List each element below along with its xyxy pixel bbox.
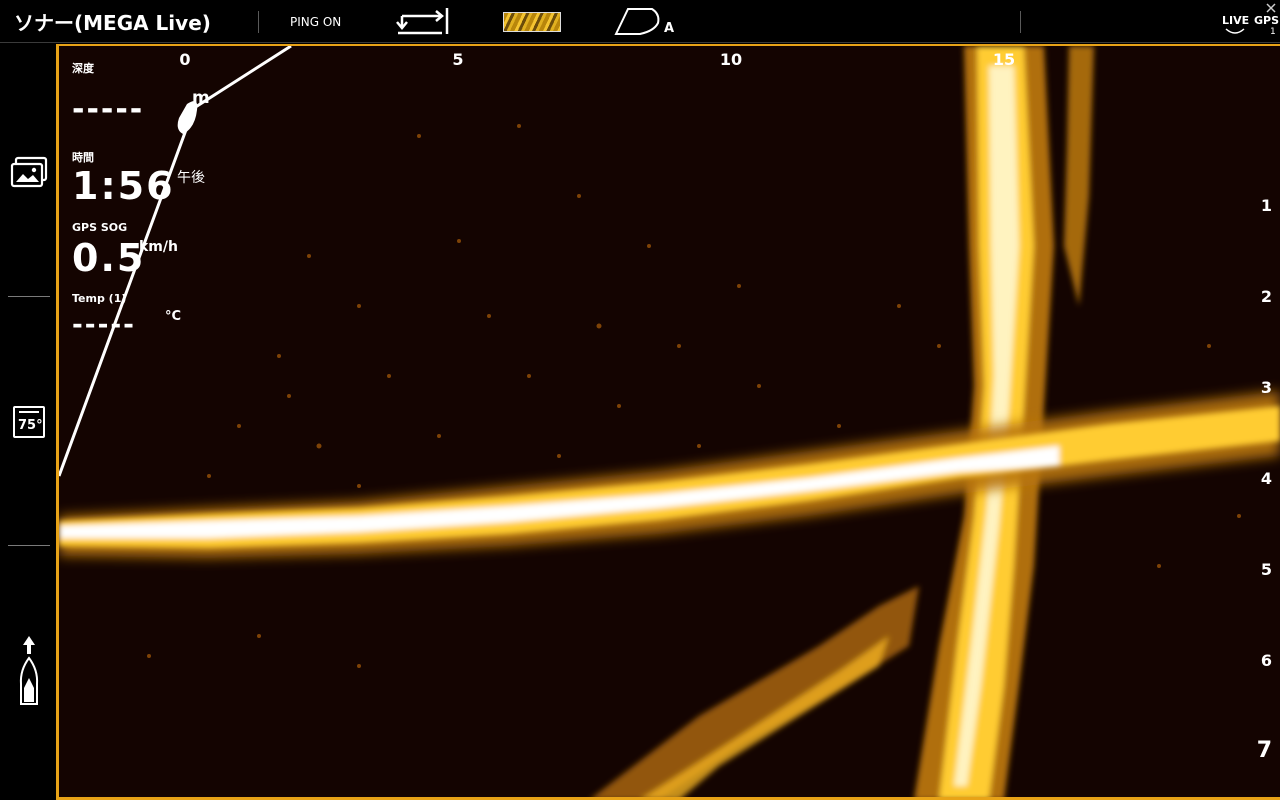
live-signal-icon [1225, 28, 1245, 34]
sidebar-divider [8, 296, 50, 297]
gallery-icon[interactable] [10, 156, 48, 188]
boat-mode-label: A [664, 21, 675, 36]
temperature-icon[interactable]: 75° [13, 406, 45, 438]
depth-tick-label: 2 [1260, 287, 1272, 306]
satellite-icon [1266, 3, 1276, 13]
time-value: 1:56 [72, 164, 175, 208]
depth-tick-label: 4 [1260, 469, 1272, 488]
range-tick-label: 5 [452, 50, 464, 69]
live-status-icon[interactable]: LIVE [1222, 14, 1249, 27]
color-palette-icon[interactable] [503, 12, 561, 32]
divider [258, 11, 259, 33]
time-label: 時間 [72, 151, 94, 164]
depth-value: ----- [72, 92, 145, 127]
sog-unit: km/h [139, 239, 178, 255]
range-tick-label: 15 [992, 50, 1016, 69]
time-suffix: 午後 [177, 170, 205, 186]
temp-value: ----- [72, 310, 136, 340]
boat-heading-up-icon[interactable] [16, 636, 42, 706]
depth-unit: m [192, 88, 210, 108]
temp-label: Temp (1) [72, 292, 127, 305]
gps-count: 1 [1270, 27, 1276, 37]
depth-tick-label: 7 [1256, 738, 1272, 763]
gps-status-icon[interactable]: GPS [1254, 14, 1279, 27]
sidebar-divider [8, 545, 50, 546]
range-tick-label: 10 [719, 50, 743, 69]
swap-direction-icon[interactable] [394, 6, 452, 36]
ping-toggle[interactable]: PING ON [290, 15, 341, 29]
sonar-view[interactable]: 0 5 10 15 1 2 3 4 5 6 7 深度 ----- m 時間 1:… [56, 44, 1280, 800]
sog-label: GPS SOG [72, 221, 128, 234]
divider [1020, 11, 1021, 33]
sog-value: 0.5 [72, 236, 146, 280]
left-sidebar: 75° [0, 44, 57, 800]
boat-orientation-icon[interactable] [614, 6, 662, 38]
depth-tick-label: 6 [1260, 651, 1272, 670]
depth-tick-label: 3 [1260, 378, 1272, 397]
top-bar: ソナー(MEGA Live) PING ON A LIVE GPS 1 [0, 0, 1280, 43]
depth-tick-label: 5 [1260, 560, 1272, 579]
page-title[interactable]: ソナー(MEGA Live) [14, 7, 211, 36]
depth-label: 深度 [72, 62, 94, 75]
depth-tick-label: 1 [1260, 196, 1272, 215]
sidebar-temp-value: 75° [18, 418, 43, 433]
temp-unit: °C [165, 309, 182, 324]
